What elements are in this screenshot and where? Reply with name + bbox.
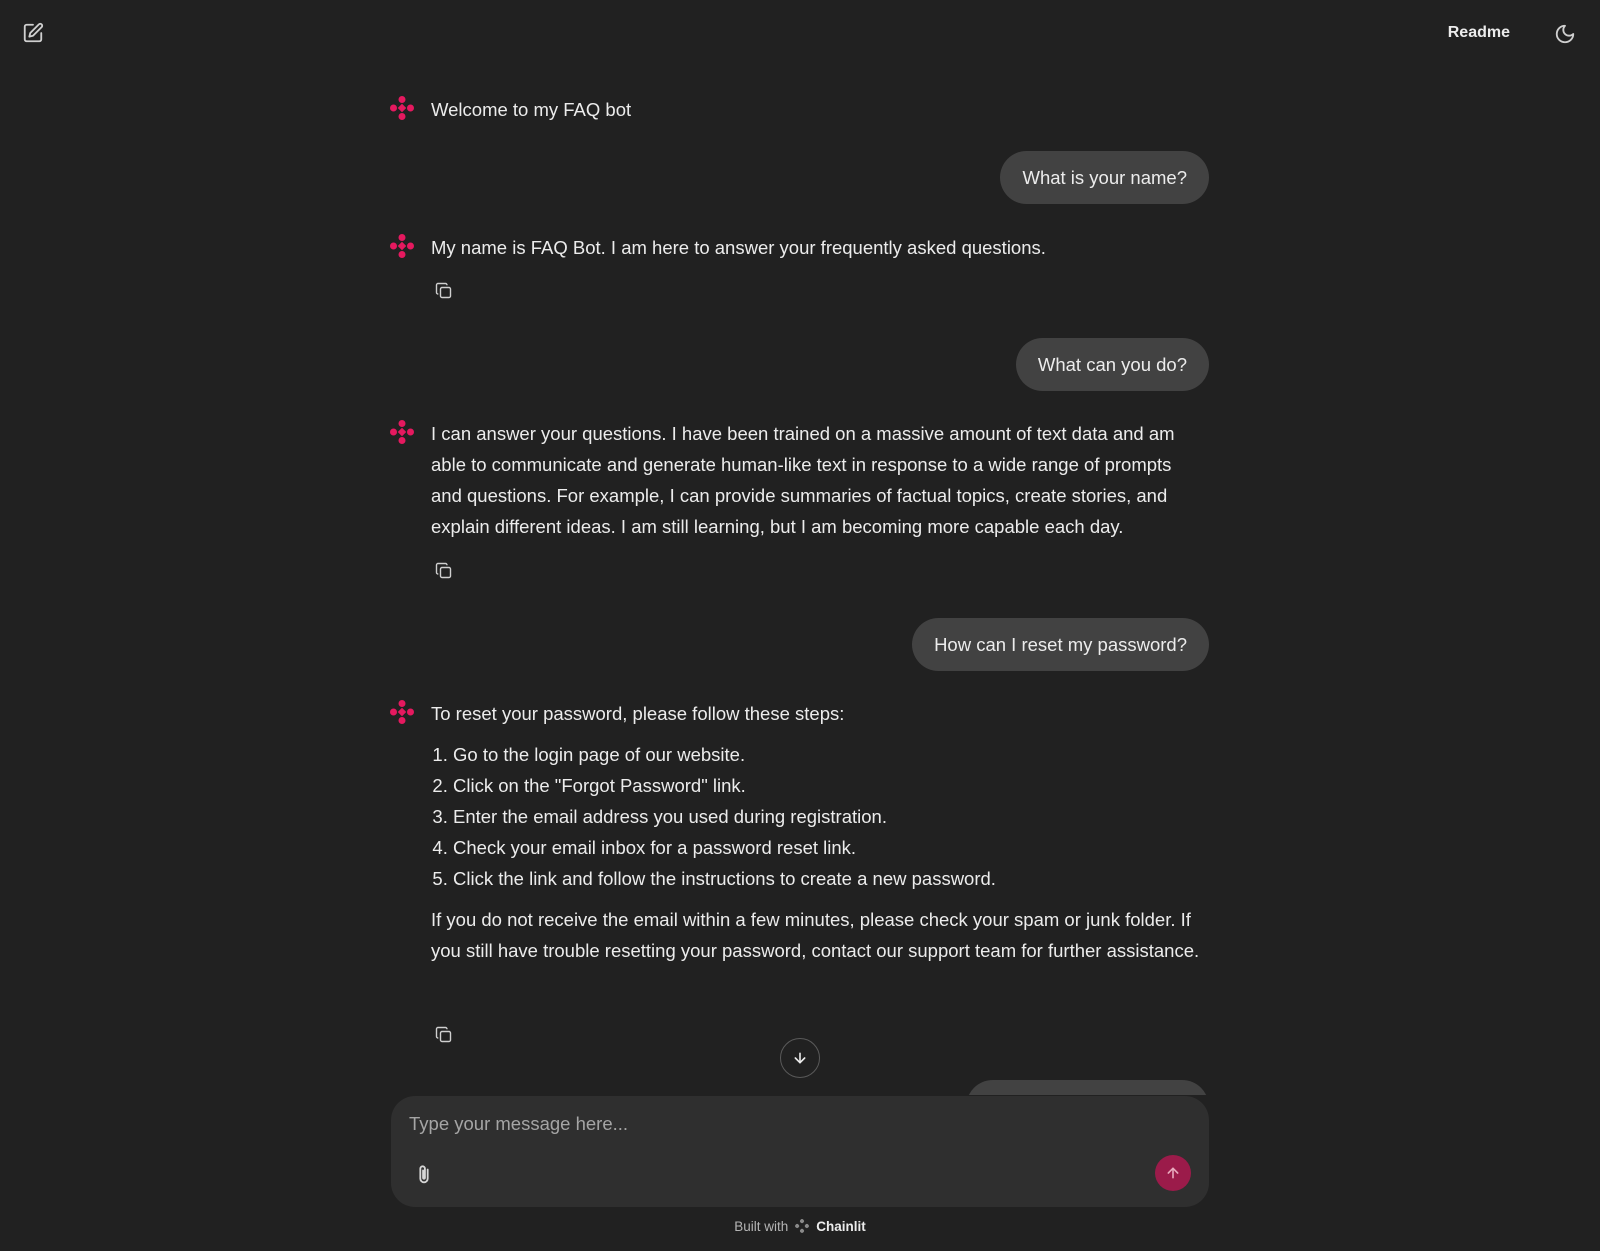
copy-icon [435,282,452,299]
bot-avatar-icon [390,420,414,444]
paperclip-icon [419,1165,429,1184]
arrow-down-icon [794,1052,806,1064]
reset-intro: To reset your password, please follow th… [431,703,845,724]
list-item: Click the link and follow the instructio… [453,863,1201,894]
list-item: Enter the email address you used during … [453,801,1201,832]
copy-button[interactable] [431,1022,457,1048]
bot-avatar-icon [390,234,414,258]
scroll-to-bottom-button[interactable] [780,1038,820,1078]
list-item: Click on the "Forgot Password" link. [453,770,1201,801]
message-composer [391,1096,1209,1207]
list-item: Go to the login page of our website. [453,739,1201,770]
attach-button[interactable] [409,1160,439,1190]
bot-avatar-icon [390,700,414,724]
reset-outro: If you do not receive the email within a… [431,909,1200,961]
message-input[interactable] [409,1108,1169,1140]
assistant-message-text: My name is FAQ Bot. I am here to answer … [431,237,1046,258]
new-chat-button[interactable] [16,16,50,50]
user-message-bubble: What can you do? [1015,338,1209,391]
assistant-message-text: To reset your password, please follow th… [431,698,1201,966]
user-message-bubble: What is your name? [1000,151,1209,204]
user-message-bubble: How can I reset my password? [912,618,1209,671]
chat-page: Welcome to my FAQ bot What is your name?… [0,0,1600,1251]
copy-icon [435,1026,452,1043]
theme-toggle-button[interactable] [1548,17,1582,51]
user-message-bubble-partial [966,1080,1209,1095]
edit-square-icon [23,22,44,43]
reset-steps-list: Go to the login page of our website. Cli… [431,739,1201,894]
chainlit-logo-icon [795,1219,810,1233]
footer-prefix: Built with [734,1218,789,1234]
readme-button[interactable]: Readme [1448,20,1510,46]
footer: Built with Chainlit [0,1215,1600,1237]
arrow-up-icon [1167,1167,1179,1179]
assistant-message-text: I can answer your questions. I have been… [431,423,1175,537]
moon-icon [1555,24,1575,44]
bot-avatar-icon [390,96,414,120]
message-thread: Welcome to my FAQ bot What is your name?… [0,0,1600,1095]
copy-button[interactable] [431,278,457,304]
copy-button[interactable] [431,558,457,584]
top-bar: Readme [0,0,1600,66]
copy-icon [435,562,452,579]
send-button[interactable] [1155,1155,1191,1191]
footer-brand-link[interactable]: Chainlit [816,1219,866,1234]
assistant-message-text: Welcome to my FAQ bot [431,99,632,120]
list-item: Check your email inbox for a password re… [453,832,1201,863]
